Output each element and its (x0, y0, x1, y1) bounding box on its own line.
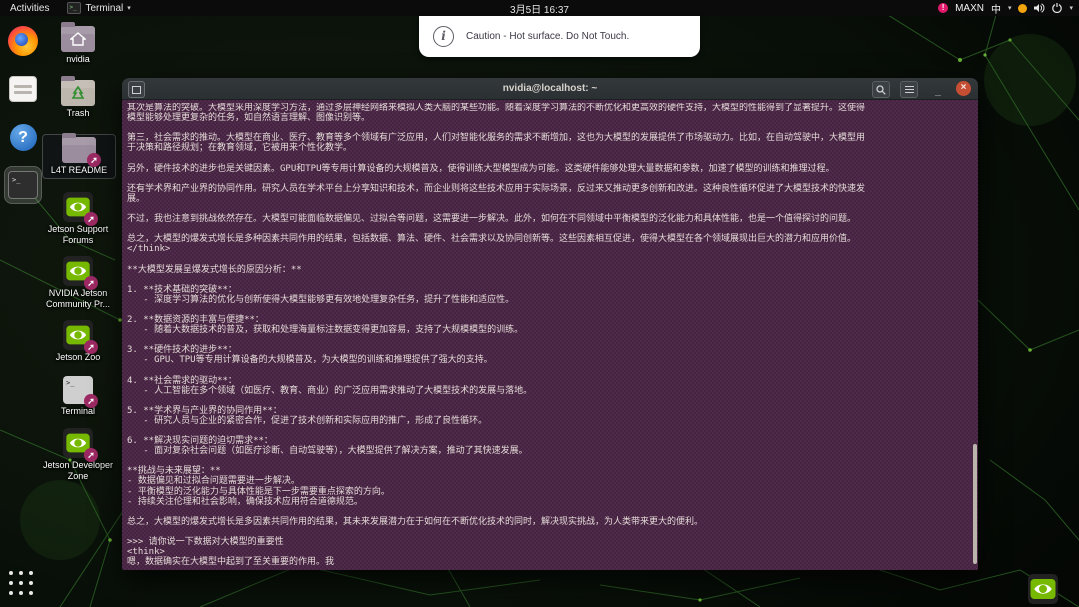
activities-button[interactable]: Activities (0, 0, 59, 16)
app-menu[interactable]: >_ Terminal ▾ (59, 0, 138, 16)
shortcut-arrow-icon: ➚ (84, 448, 98, 462)
status-dot-icon (1018, 4, 1027, 13)
nvidia-logo-icon: ➚ (63, 192, 93, 222)
readme-folder-icon: ➚ (62, 137, 96, 163)
dock-item-terminal[interactable]: >_ (4, 166, 42, 204)
app-menu-label: Terminal (85, 3, 123, 14)
power-mode-label: MAXN (955, 3, 984, 14)
dock-item-help[interactable]: ? (4, 118, 42, 156)
shortcut-arrow-icon: ➚ (84, 212, 98, 226)
alert-badge-icon: ! (938, 3, 948, 13)
terminal-window: nvidia@localhost: ~ _ × 其次是算法的突破。大模型采用深度… (122, 78, 978, 570)
terminal-shortcut-icon: >_ ➚ (63, 376, 93, 404)
terminal-app-icon: >_ (67, 2, 81, 14)
terminal-body[interactable]: 其次是算法的突破。大模型采用深度学习方法，通过多层神经网络来模拟人类大脑的某些功… (122, 100, 978, 570)
desktop-icon-l4t-readme[interactable]: ➚ L4T README (42, 134, 116, 179)
firefox-icon (8, 26, 38, 56)
desktop-icon-label: NVIDIA Jetson Community Pr... (42, 288, 114, 310)
desktop-icon-jetson-support-forums[interactable]: ➚ Jetson Support Forums (42, 192, 114, 246)
system-menu-caret-icon: ▾ (1069, 4, 1073, 12)
search-button[interactable] (872, 81, 890, 98)
new-window-icon (132, 86, 141, 94)
home-folder-icon (61, 26, 95, 52)
shortcut-arrow-icon: ➚ (84, 340, 98, 354)
desktop-icon-label: Jetson Support Forums (42, 224, 114, 246)
chevron-down-icon: ▾ (127, 4, 131, 12)
help-icon: ? (10, 124, 37, 151)
shortcut-arrow-icon: ➚ (84, 394, 98, 408)
trash-icon (61, 80, 95, 106)
volume-icon (1034, 3, 1045, 13)
terminal-scrollbar[interactable] (972, 100, 977, 570)
desktop-icon-label: Trash (67, 108, 90, 119)
desktop-icon-label: Jetson Developer Zone (42, 460, 114, 482)
input-method-indicator[interactable]: 中 (991, 1, 1001, 16)
notification-banner[interactable]: i Caution - Hot surface. Do Not Touch. (419, 16, 700, 57)
desktop-icon-trash[interactable]: Trash (42, 80, 114, 119)
desktop-icon-terminal[interactable]: >_ ➚ Terminal (42, 376, 114, 417)
top-bar: Activities >_ Terminal ▾ 3月5日 16:37 ! MA… (0, 0, 1079, 16)
terminal-icon: >_ (8, 171, 38, 199)
search-icon (876, 85, 886, 95)
nvidia-logo-icon: ➚ (63, 320, 93, 350)
terminal-titlebar[interactable]: nvidia@localhost: ~ _ × (122, 78, 978, 100)
power-icon (1052, 3, 1062, 13)
system-status-area[interactable]: ! MAXN 中 ▾ ▾ (938, 0, 1079, 16)
nvidia-logo-icon: ➚ (63, 256, 93, 286)
desktop-icon-label: nvidia (66, 54, 90, 65)
desktop-icon-label: Jetson Zoo (56, 352, 101, 363)
desktop-icon-jetson-community[interactable]: ➚ NVIDIA Jetson Community Pr... (42, 256, 114, 310)
minimize-button[interactable]: _ (930, 81, 946, 96)
shortcut-arrow-icon: ➚ (84, 276, 98, 290)
show-applications-button[interactable] (8, 570, 34, 596)
dock-item-firefox[interactable] (4, 22, 42, 60)
notification-text: Caution - Hot surface. Do Not Touch. (466, 31, 629, 42)
desktop-icon-nvidia-folder[interactable]: nvidia (42, 26, 114, 65)
desktop-icon-jetson-zoo[interactable]: ➚ Jetson Zoo (42, 320, 114, 363)
input-method-caret-icon: ▾ (1008, 4, 1012, 12)
hamburger-icon (905, 86, 914, 93)
dock: ? >_ (2, 22, 44, 204)
clock[interactable]: 3月5日 16:37 (510, 5, 569, 16)
scrollbar-thumb[interactable] (973, 444, 977, 564)
files-icon (9, 76, 37, 102)
nvidia-wallpaper-logo (1028, 574, 1058, 604)
menu-button[interactable] (900, 81, 918, 98)
dock-item-files[interactable] (4, 70, 42, 108)
new-tab-button[interactable] (128, 81, 145, 98)
terminal-output: 其次是算法的突破。大模型采用深度学习方法，通过多层神经网络来模拟人类大脑的某些功… (127, 103, 972, 567)
desktop-icon-label: L4T README (51, 165, 107, 176)
window-title: nvidia@localhost: ~ (503, 83, 598, 94)
close-button[interactable]: × (956, 81, 971, 96)
nvidia-logo-icon: ➚ (63, 428, 93, 458)
clock-area: 3月5日 16:37 (0, 1, 1079, 16)
desktop-icon-jetson-developer-zone[interactable]: ➚ Jetson Developer Zone (42, 428, 114, 482)
info-icon: i (433, 26, 454, 47)
shortcut-arrow-icon: ➚ (87, 153, 101, 167)
